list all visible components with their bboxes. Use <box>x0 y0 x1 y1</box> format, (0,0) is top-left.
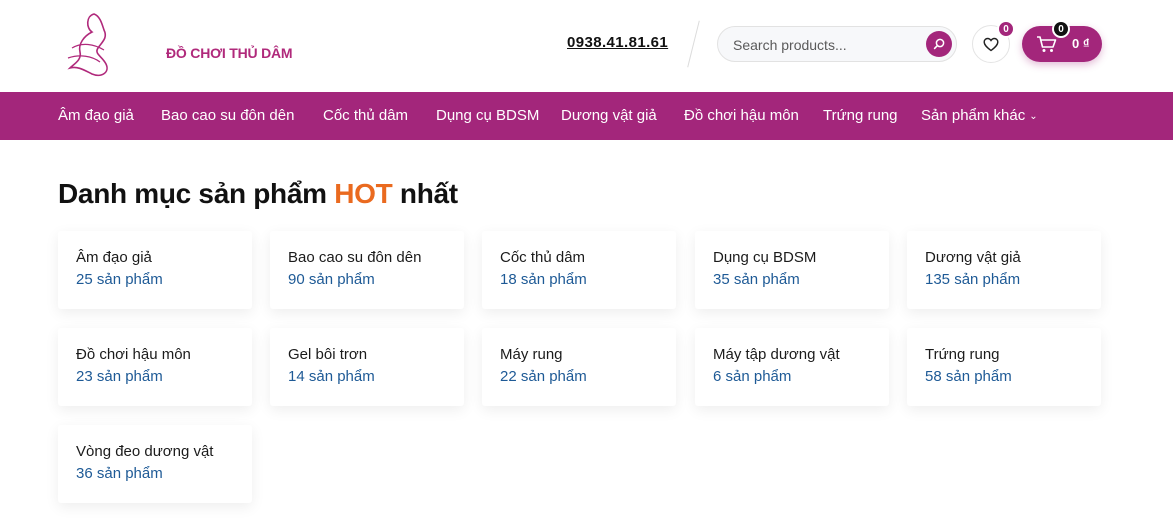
category-name: Dương vật giả <box>925 249 1021 266</box>
category-count: 135 sản phẩm <box>925 271 1021 288</box>
logo-text: ĐỒ CHƠI THỦ DÂM <box>166 45 293 61</box>
nav-item-am-dao-gia[interactable]: Âm đạo giả <box>58 107 134 124</box>
category-name: Trứng rung <box>925 346 1000 363</box>
search-icon <box>933 38 945 50</box>
logo-figure-icon <box>67 13 108 77</box>
category-card[interactable]: Gel bôi trơn 14 sản phẩm <box>270 328 464 406</box>
search-input[interactable] <box>733 35 923 55</box>
category-name: Vòng đeo dương vật <box>76 443 214 460</box>
chevron-down-icon: ⌄ <box>1029 110 1038 122</box>
category-count: 22 sản phẩm <box>500 368 587 385</box>
category-count: 35 sản phẩm <box>713 271 800 288</box>
category-card[interactable]: Dụng cụ BDSM 35 sản phẩm <box>695 231 889 309</box>
nav-item-trung-rung[interactable]: Trứng rung <box>823 107 898 124</box>
category-count: 23 sản phẩm <box>76 368 163 385</box>
category-card[interactable]: Trứng rung 58 sản phẩm <box>907 328 1101 406</box>
category-card[interactable]: Cốc thủ dâm 18 sản phẩm <box>482 231 676 309</box>
cart-count-badge: 0 <box>1052 20 1070 38</box>
category-name: Cốc thủ dâm <box>500 249 586 266</box>
main-navigation: Âm đạo giả Bao cao su đôn dên Cốc thủ dâ… <box>0 92 1173 140</box>
nav-item-san-pham-khac[interactable]: Sản phẩm khác ⌄ <box>921 107 1038 124</box>
category-card[interactable]: Máy tập dương vật 6 sản phẩm <box>695 328 889 406</box>
nav-item-do-choi-hau-mon[interactable]: Đồ chơi hậu môn <box>684 107 799 124</box>
nav-item-coc-thu-dam[interactable]: Cốc thủ dâm <box>323 107 408 124</box>
search-button[interactable] <box>926 31 952 57</box>
cart-icon <box>1037 36 1057 52</box>
heading-text-end: nhất <box>392 178 458 209</box>
nav-item-duong-vat-gia[interactable]: Dương vật giả <box>561 107 657 124</box>
category-count: 6 sản phẩm <box>713 368 792 385</box>
nav-item-label: Sản phẩm khác <box>921 107 1026 124</box>
category-count: 90 sản phẩm <box>288 271 375 288</box>
category-count: 58 sản phẩm <box>925 368 1012 385</box>
heart-icon <box>983 37 999 51</box>
category-count: 36 sản phẩm <box>76 465 163 482</box>
category-card[interactable]: Bao cao su đôn dên 90 sản phẩm <box>270 231 464 309</box>
category-card[interactable]: Âm đạo giả 25 sản phẩm <box>58 231 252 309</box>
wishlist-count-badge: 0 <box>997 20 1015 38</box>
category-name: Máy rung <box>500 346 563 363</box>
category-card[interactable]: Vòng đeo dương vật 36 sản phẩm <box>58 425 252 503</box>
site-logo[interactable]: ĐỒ CHƠI THỦ DÂM <box>64 8 293 80</box>
category-name: Gel bôi trơn <box>288 346 368 363</box>
nav-item-bao-cao-su[interactable]: Bao cao su đôn dên <box>161 107 294 124</box>
category-card[interactable]: Đồ chơi hậu môn 23 sản phẩm <box>58 328 252 406</box>
category-count: 18 sản phẩm <box>500 271 587 288</box>
site-header: ĐỒ CHƠI THỦ DÂM 0938.41.81.61 0 0 ₫ 0 <box>0 0 1173 92</box>
heading-text: Danh mục sản phẩm <box>58 178 335 209</box>
cart-total: 0 ₫ <box>1072 36 1090 51</box>
category-count: 25 sản phẩm <box>76 271 163 288</box>
category-name: Đồ chơi hậu môn <box>76 346 191 363</box>
nav-item-dung-cu-bdsm[interactable]: Dụng cụ BDSM <box>436 107 539 124</box>
category-card[interactable]: Máy rung 22 sản phẩm <box>482 328 676 406</box>
phone-link[interactable]: 0938.41.81.61 <box>567 34 668 51</box>
category-count: 14 sản phẩm <box>288 368 375 385</box>
category-name: Âm đạo giả <box>76 249 152 266</box>
heading-hot-text: HOT <box>334 178 393 209</box>
category-name: Bao cao su đôn dên <box>288 249 422 266</box>
search-box <box>717 26 957 62</box>
section-heading: Danh mục sản phẩm HOT nhất <box>58 178 458 210</box>
category-card[interactable]: Dương vật giả 135 sản phẩm <box>907 231 1101 309</box>
category-name: Dụng cụ BDSM <box>713 249 817 266</box>
category-name: Máy tập dương vật <box>713 346 840 363</box>
header-divider <box>687 20 700 68</box>
